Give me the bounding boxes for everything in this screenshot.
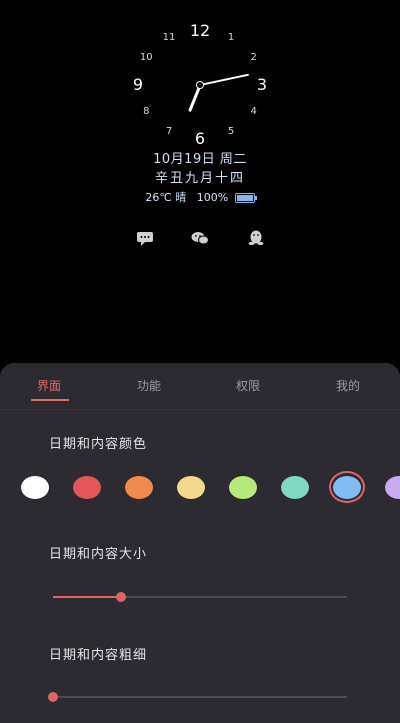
clock-numeral: 5 <box>227 125 235 137</box>
color-swatch[interactable] <box>177 476 205 499</box>
weight-slider-thumb[interactable] <box>48 692 58 702</box>
lunar-date-text: 辛丑九月十四 <box>154 171 245 186</box>
color-swatch[interactable] <box>385 476 400 499</box>
active-tab-indicator <box>31 399 69 401</box>
clock-numeral: 1 <box>227 32 235 44</box>
clock-numeral: 6 <box>194 129 206 148</box>
settings-panel: 界面 功能 权限 我的 日期和内容颜色 日期和内容大小 日期和内容粗细 <box>0 363 400 723</box>
clock-numeral: 3 <box>256 75 268 94</box>
date-text: 10月19日 周二 <box>153 152 247 167</box>
clock-numeral: 7 <box>165 125 173 137</box>
minute-hand <box>199 73 250 86</box>
color-swatch[interactable] <box>229 476 257 499</box>
weather-text: 26℃ 晴 <box>145 191 187 204</box>
clock-center-pin <box>196 81 204 89</box>
qq-penguin-icon <box>248 230 264 246</box>
size-slider-thumb[interactable] <box>115 592 126 602</box>
status-line: 26℃ 晴 100% <box>0 192 400 203</box>
color-swatch[interactable] <box>21 476 49 499</box>
size-slider-fill <box>53 596 121 598</box>
weight-section-title: 日期和内容粗细 <box>49 648 148 663</box>
tab-permissions[interactable]: 权限 <box>236 377 260 394</box>
clock-numeral: 12 <box>189 21 211 40</box>
clock-numeral: 2 <box>250 52 257 63</box>
size-slider[interactable] <box>53 592 347 602</box>
color-section-title: 日期和内容颜色 <box>49 437 148 452</box>
clock-numeral: 4 <box>250 106 257 117</box>
color-swatch[interactable] <box>125 476 153 499</box>
battery-percent: 100% <box>196 191 229 204</box>
clock-numeral: 8 <box>143 106 150 117</box>
wechat-icon <box>191 232 209 245</box>
color-swatch[interactable] <box>333 476 361 499</box>
size-section-title: 日期和内容大小 <box>49 547 148 562</box>
color-swatch[interactable] <box>281 476 309 499</box>
chat-bubble-icon <box>137 232 153 246</box>
notification-icons <box>0 228 400 248</box>
clock-numeral: 9 <box>132 75 144 94</box>
clock-numeral: 11 <box>162 32 176 44</box>
tab-mine[interactable]: 我的 <box>336 377 360 394</box>
clock-numeral: 10 <box>139 52 153 63</box>
tab-features[interactable]: 功能 <box>137 377 161 394</box>
color-swatch[interactable] <box>73 476 101 499</box>
tab-bar: 界面 功能 权限 我的 <box>0 363 400 410</box>
weight-slider[interactable] <box>48 692 347 702</box>
analog-clock: 12 1 2 3 4 5 6 7 8 9 10 11 <box>130 21 270 148</box>
tab-interface[interactable]: 界面 <box>37 377 61 394</box>
battery-icon <box>234 193 257 203</box>
